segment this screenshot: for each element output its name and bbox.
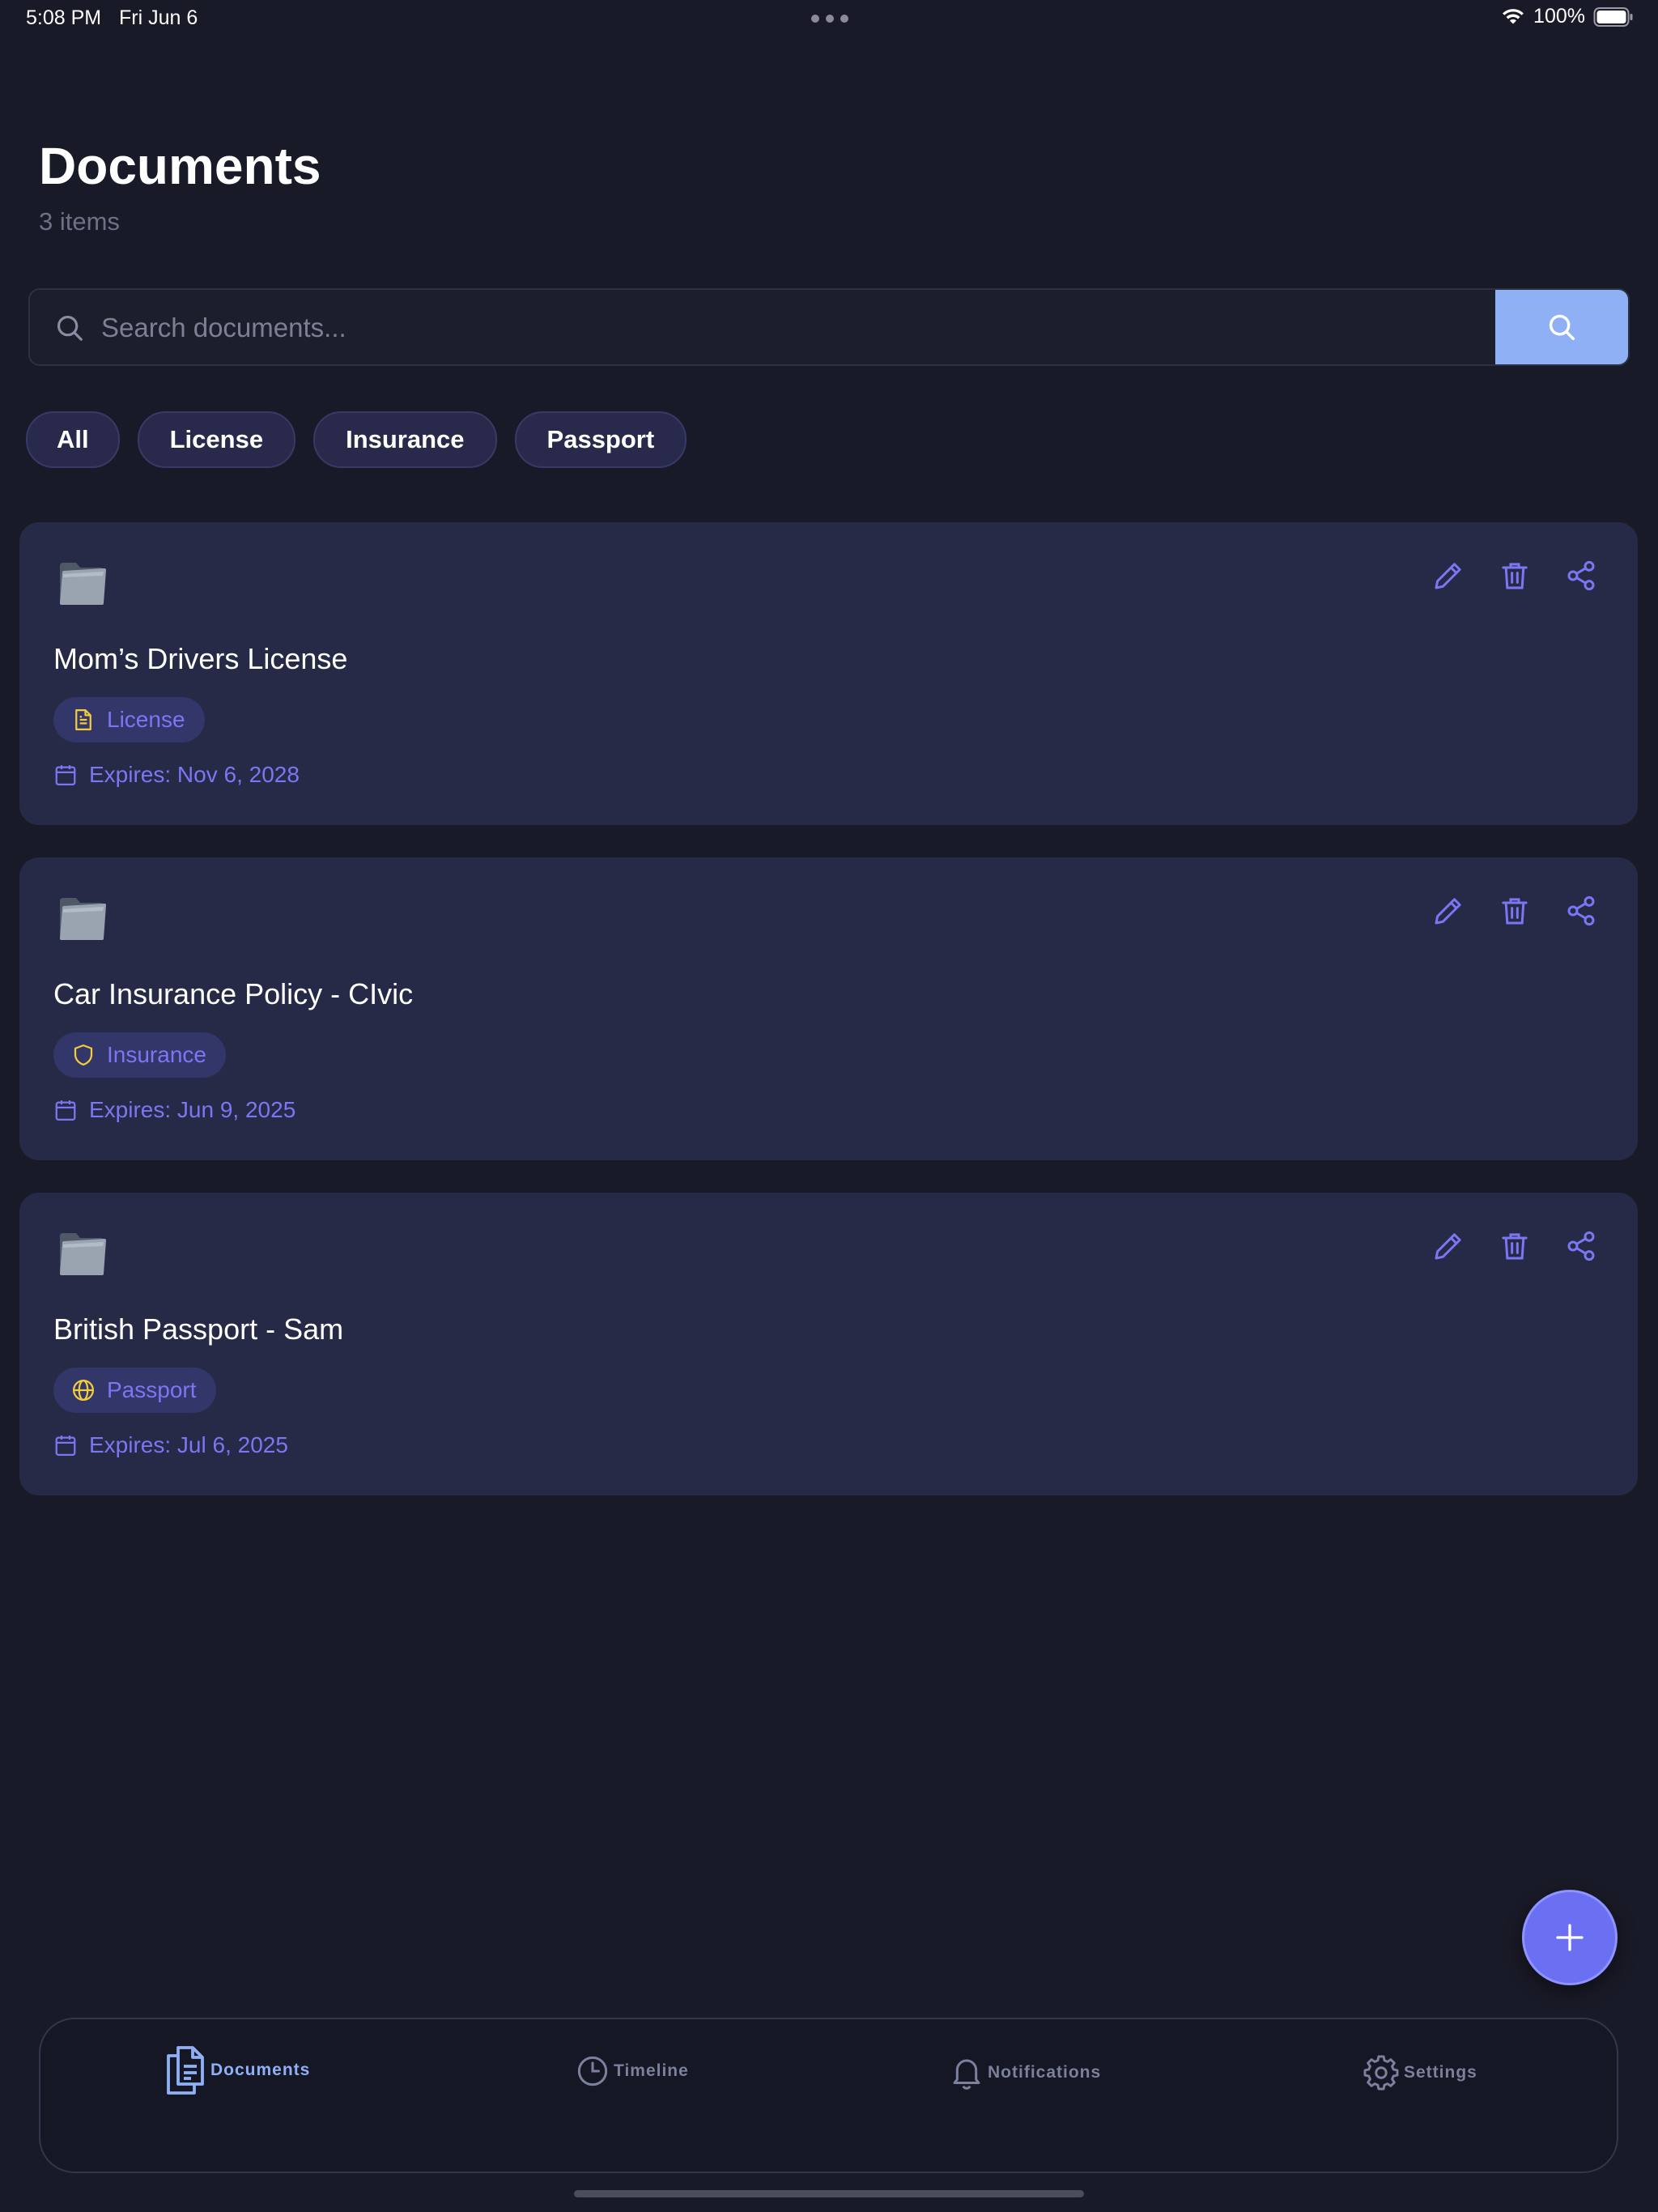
status-date: Fri Jun 6	[119, 6, 198, 29]
status-bar: 5:08 PM Fri Jun 6 100%	[0, 0, 1658, 39]
document-type-label: Insurance	[107, 1042, 206, 1067]
document-card[interactable]: Car Insurance Policy - CIvic Insurance E…	[19, 857, 1638, 1160]
folder-icon	[60, 1233, 106, 1275]
filter-chip-insurance[interactable]: Insurance	[313, 411, 497, 468]
shield-icon	[74, 1044, 93, 1066]
delete-button[interactable]	[1499, 1230, 1531, 1262]
search-button[interactable]	[1495, 290, 1628, 364]
document-type-badge: Passport	[53, 1368, 216, 1413]
calendar-icon	[55, 1100, 76, 1121]
tab-bar: Documents Timeline Notifications Setting…	[39, 2018, 1618, 2173]
documents-icon	[167, 2046, 204, 2095]
status-time: 5:08 PM	[26, 6, 102, 29]
trash-icon	[1502, 898, 1528, 925]
add-document-button[interactable]	[1522, 1890, 1618, 1985]
filter-chip-all[interactable]: All	[26, 411, 120, 468]
tab-timeline[interactable]: Timeline	[576, 2055, 689, 2087]
trash-icon	[1502, 563, 1528, 589]
expiry-info: Expires: Jul 6, 2025	[53, 1432, 288, 1458]
expiry-date: Expires: Jun 9, 2025	[89, 1097, 296, 1122]
pencil-icon	[1435, 898, 1461, 925]
expiry-date: Expires: Nov 6, 2028	[89, 762, 300, 787]
tab-label: Documents	[210, 2061, 311, 2079]
document-type-badge: License	[53, 697, 205, 742]
document-card[interactable]: Mom’s Drivers License License Expires: N…	[19, 522, 1638, 825]
bell-icon	[953, 2059, 980, 2090]
share-icon	[1567, 560, 1595, 591]
document-type-label: Passport	[107, 1377, 197, 1402]
filter-chip-passport[interactable]: Passport	[514, 411, 687, 468]
delete-button[interactable]	[1499, 895, 1531, 927]
search-icon	[1549, 314, 1575, 340]
share-button[interactable]	[1565, 559, 1597, 592]
share-icon	[1567, 1231, 1595, 1261]
share-button[interactable]	[1565, 1230, 1597, 1262]
share-icon	[1567, 895, 1595, 926]
document-card[interactable]: British Passport - Sam Passport Expires:…	[19, 1193, 1638, 1495]
clock-icon	[577, 2056, 608, 2087]
pencil-icon	[1435, 1233, 1461, 1260]
multitasking-dots-icon[interactable]	[811, 15, 848, 23]
tab-label: Settings	[1404, 2063, 1477, 2082]
delete-button[interactable]	[1499, 559, 1531, 592]
expiry-info: Expires: Nov 6, 2028	[53, 762, 300, 788]
document-type-label: License	[107, 707, 185, 732]
folder-icon	[60, 563, 106, 605]
tab-label: Notifications	[988, 2063, 1102, 2082]
plus-icon	[1556, 1924, 1584, 1951]
calendar-icon	[55, 765, 76, 785]
edit-button[interactable]	[1432, 1230, 1465, 1262]
gear-icon	[1363, 2055, 1399, 2091]
document-title: British Passport - Sam	[53, 1312, 344, 1346]
pencil-icon	[1435, 563, 1461, 589]
document-icon	[75, 709, 91, 730]
filter-chip-license[interactable]: License	[137, 411, 296, 468]
trash-icon	[1502, 1233, 1528, 1260]
expiry-date: Expires: Jul 6, 2025	[89, 1432, 288, 1457]
battery-percentage: 100%	[1533, 5, 1585, 28]
wifi-icon	[1503, 8, 1524, 23]
document-title: Mom’s Drivers License	[53, 642, 348, 675]
globe-icon	[73, 1380, 94, 1401]
page-title: Documents	[39, 137, 321, 195]
edit-button[interactable]	[1432, 895, 1465, 927]
expiry-info: Expires: Jun 9, 2025	[53, 1097, 295, 1123]
share-button[interactable]	[1565, 895, 1597, 927]
search-bar	[28, 288, 1630, 366]
filter-chips: All License Insurance Passport	[26, 411, 687, 468]
tab-notifications[interactable]: Notifications	[950, 2055, 1101, 2091]
search-icon	[57, 315, 83, 341]
battery-icon	[1593, 6, 1633, 27]
tab-settings[interactable]: Settings	[1363, 2055, 1477, 2091]
tab-documents[interactable]: Documents	[164, 2045, 310, 2095]
item-count: 3 items	[39, 207, 120, 236]
calendar-icon	[55, 1436, 76, 1456]
document-type-badge: Insurance	[53, 1032, 226, 1078]
document-title: Car Insurance Policy - CIvic	[53, 977, 414, 1010]
search-input[interactable]	[100, 290, 1511, 364]
edit-button[interactable]	[1432, 559, 1465, 592]
tab-label: Timeline	[614, 2061, 689, 2080]
home-indicator[interactable]	[574, 2190, 1084, 2197]
folder-icon	[60, 898, 106, 940]
